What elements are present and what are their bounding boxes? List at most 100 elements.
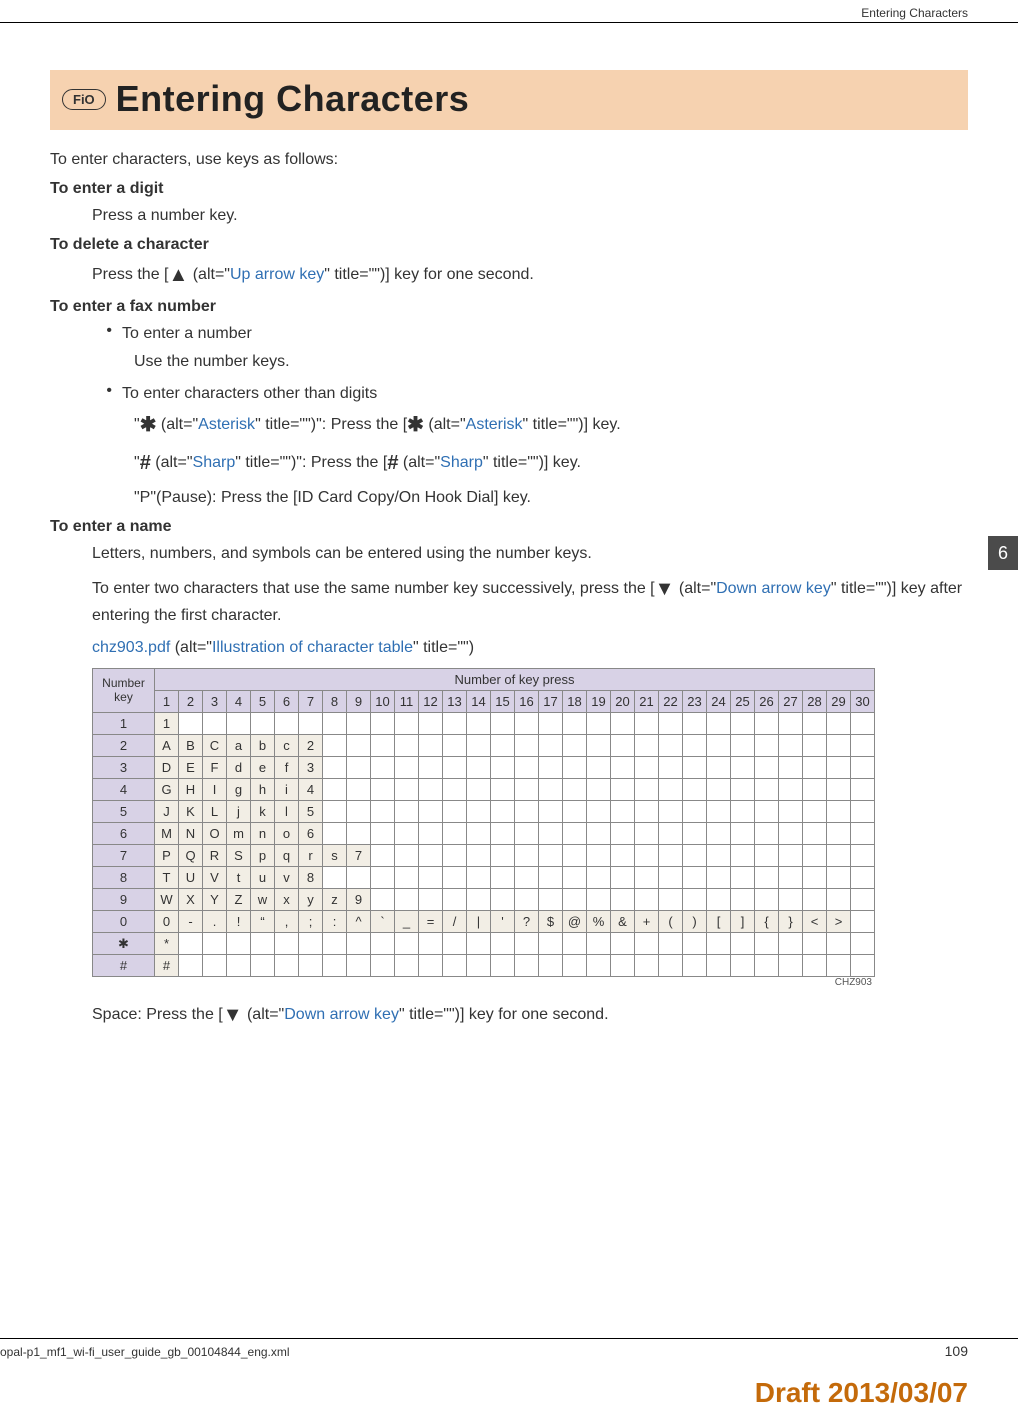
table-cell bbox=[227, 933, 251, 955]
table-col-header: 27 bbox=[779, 691, 803, 713]
table-cell bbox=[539, 823, 563, 845]
table-cell bbox=[467, 757, 491, 779]
table-cell bbox=[851, 845, 875, 867]
table-cell: O bbox=[203, 823, 227, 845]
table-cell bbox=[707, 713, 731, 735]
table-cell bbox=[323, 933, 347, 955]
table-cell bbox=[707, 889, 731, 911]
link-up-arrow[interactable]: Up arrow key bbox=[230, 266, 324, 283]
table-cell bbox=[803, 779, 827, 801]
table-cell bbox=[515, 845, 539, 867]
table-cell: ) bbox=[683, 911, 707, 933]
table-cell bbox=[347, 713, 371, 735]
link-asterisk[interactable]: Asterisk bbox=[466, 416, 523, 433]
table-cell bbox=[755, 823, 779, 845]
table-cell bbox=[851, 823, 875, 845]
footer-page-number: 109 bbox=[945, 1343, 968, 1359]
table-cell bbox=[779, 823, 803, 845]
table-cell: 4 bbox=[299, 779, 323, 801]
table-cell bbox=[395, 867, 419, 889]
table-cell bbox=[419, 889, 443, 911]
table-cell: 2 bbox=[299, 735, 323, 757]
table-cell bbox=[779, 779, 803, 801]
table-cell: Y bbox=[203, 889, 227, 911]
txt: (alt=" bbox=[170, 639, 212, 656]
table-cell: p bbox=[251, 845, 275, 867]
table-cell: “ bbox=[251, 911, 275, 933]
table-cell bbox=[491, 889, 515, 911]
table-cell bbox=[467, 933, 491, 955]
footer-filename: opal-p1_mf1_wi-fi_user_guide_gb_00104844… bbox=[0, 1345, 290, 1359]
table-cell: ' bbox=[491, 911, 515, 933]
link-asterisk[interactable]: Asterisk bbox=[198, 416, 255, 433]
table-cell bbox=[539, 801, 563, 823]
table-cell bbox=[275, 713, 299, 735]
table-cell bbox=[659, 757, 683, 779]
table-cell bbox=[731, 845, 755, 867]
table-cell bbox=[827, 757, 851, 779]
table-cell bbox=[827, 779, 851, 801]
heading-fax: To enter a fax number bbox=[50, 298, 968, 316]
table-cell bbox=[395, 845, 419, 867]
table-cell: f bbox=[275, 757, 299, 779]
table-cell bbox=[323, 867, 347, 889]
table-cell bbox=[395, 757, 419, 779]
table-cell bbox=[539, 845, 563, 867]
link-down-arrow[interactable]: Down arrow key bbox=[284, 1006, 399, 1023]
table-cell: & bbox=[611, 911, 635, 933]
table-cell bbox=[779, 889, 803, 911]
table-cell: @ bbox=[563, 911, 587, 933]
table-cell bbox=[803, 955, 827, 977]
link-sharp[interactable]: Sharp bbox=[193, 454, 236, 471]
table-cell bbox=[347, 801, 371, 823]
table-cell bbox=[683, 845, 707, 867]
link-illustration[interactable]: Illustration of character table bbox=[212, 639, 413, 656]
link-down-arrow[interactable]: Down arrow key bbox=[716, 580, 831, 597]
bullet-label: To enter characters other than digits bbox=[122, 382, 377, 406]
asterisk-icon: ✱ bbox=[407, 414, 424, 436]
table-cell bbox=[347, 735, 371, 757]
link-chz903[interactable]: chz903.pdf bbox=[92, 639, 170, 656]
table-cell bbox=[539, 735, 563, 757]
table-col-header: 7 bbox=[299, 691, 323, 713]
table-cell bbox=[323, 801, 347, 823]
table-cell: d bbox=[227, 757, 251, 779]
table-cell bbox=[371, 757, 395, 779]
table-cell bbox=[683, 823, 707, 845]
table-cell bbox=[443, 801, 467, 823]
txt: " title="")] key for one second. bbox=[324, 266, 534, 283]
table-cell bbox=[539, 757, 563, 779]
table-cell bbox=[755, 955, 779, 977]
space-instruction: Space: Press the [▼ (alt="Down arrow key… bbox=[50, 1000, 968, 1030]
table-cell bbox=[731, 889, 755, 911]
table-cell bbox=[779, 933, 803, 955]
link-sharp[interactable]: Sharp bbox=[440, 454, 483, 471]
table-cell bbox=[443, 823, 467, 845]
table-cell bbox=[707, 779, 731, 801]
table-cell bbox=[635, 933, 659, 955]
table-cell: k bbox=[251, 801, 275, 823]
sharp-icon: # bbox=[387, 452, 398, 474]
table-cell bbox=[683, 955, 707, 977]
page-title: Entering Characters bbox=[116, 78, 470, 120]
chapter-side-tab: 6 bbox=[988, 536, 1018, 570]
table-cell bbox=[515, 933, 539, 955]
table-cell bbox=[755, 845, 779, 867]
table-cell bbox=[203, 933, 227, 955]
table-cell bbox=[611, 823, 635, 845]
table-cell bbox=[563, 757, 587, 779]
table-cell bbox=[587, 933, 611, 955]
table-cell bbox=[611, 801, 635, 823]
table-cell bbox=[347, 955, 371, 977]
table-cell: e bbox=[251, 757, 275, 779]
table-cell bbox=[395, 713, 419, 735]
text-enter-digit: Press a number key. bbox=[50, 204, 968, 228]
table-cell bbox=[563, 779, 587, 801]
bullet-enter-number: • To enter a number bbox=[50, 322, 968, 346]
table-cell: Q bbox=[179, 845, 203, 867]
table-col-header: 11 bbox=[395, 691, 419, 713]
table-cell bbox=[539, 867, 563, 889]
table-cell bbox=[539, 779, 563, 801]
table-cell bbox=[827, 933, 851, 955]
table-cell bbox=[779, 757, 803, 779]
